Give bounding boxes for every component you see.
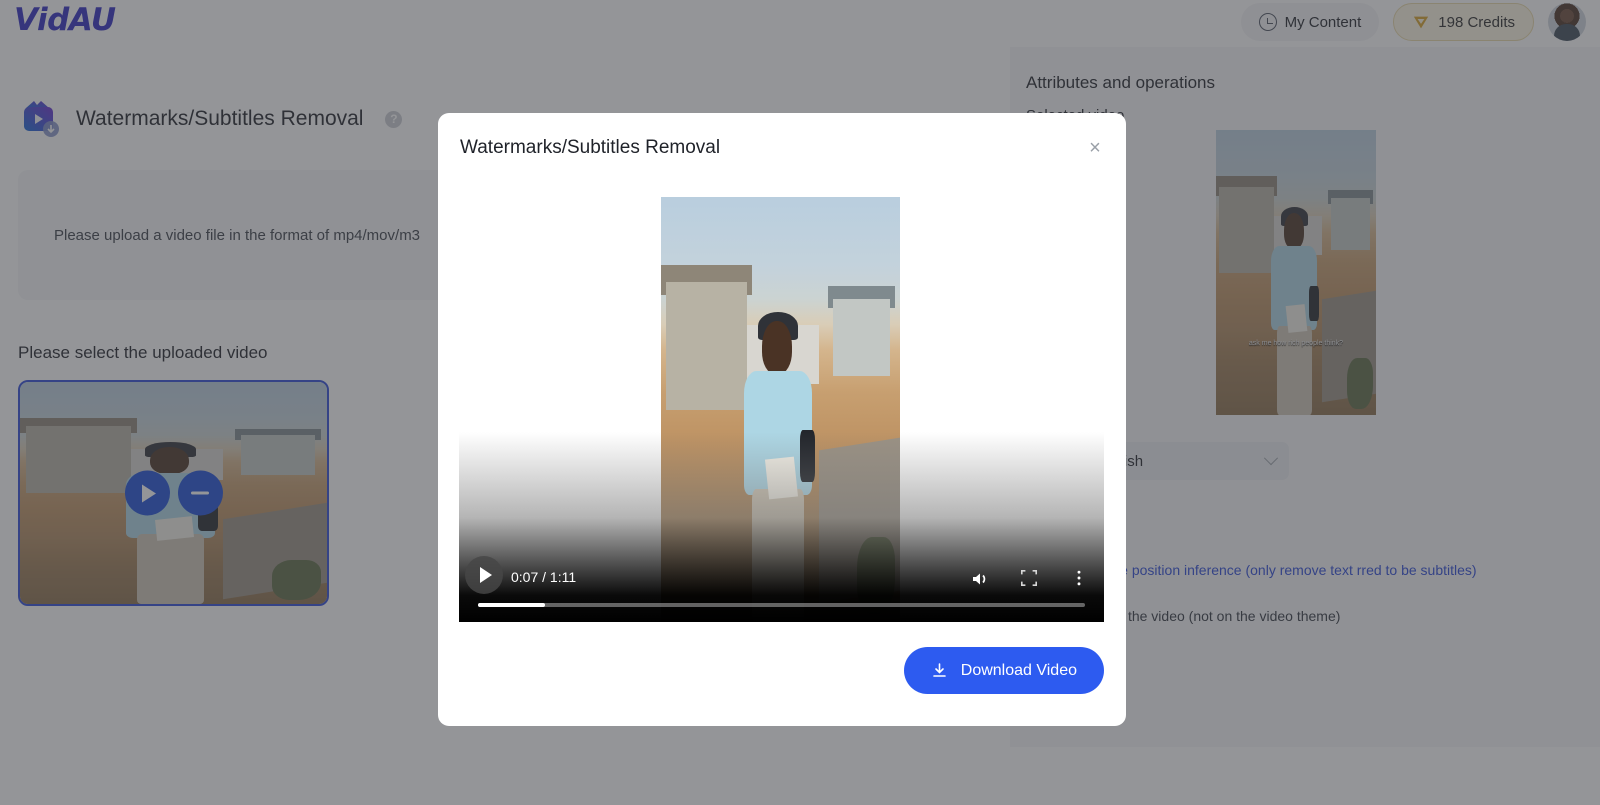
download-video-button[interactable]: Download Video — [903, 647, 1104, 694]
player-progress-fill — [478, 603, 545, 607]
player-right-controls — [970, 569, 1090, 589]
watermark-removal-modal: Watermarks/Subtitles Removal × 0:07 / 1:… — [438, 113, 1126, 726]
volume-icon[interactable] — [970, 569, 990, 589]
player-controls: 0:07 / 1:11 — [459, 548, 1104, 622]
video-player[interactable]: 0:07 / 1:11 — [459, 197, 1104, 622]
app-root: VidAU My Content 198 Credits — [0, 0, 1600, 805]
player-time-display: 0:07 / 1:11 — [511, 569, 577, 585]
download-icon — [931, 662, 948, 679]
play-icon — [479, 567, 492, 583]
player-play-button[interactable] — [465, 556, 503, 594]
modal-title: Watermarks/Subtitles Removal — [460, 137, 721, 158]
download-video-label: Download Video — [960, 661, 1077, 679]
fullscreen-icon[interactable] — [1020, 569, 1040, 589]
close-icon[interactable]: × — [1084, 138, 1106, 160]
player-progress-bar[interactable] — [478, 603, 1085, 607]
kebab-menu-icon[interactable] — [1070, 569, 1090, 589]
